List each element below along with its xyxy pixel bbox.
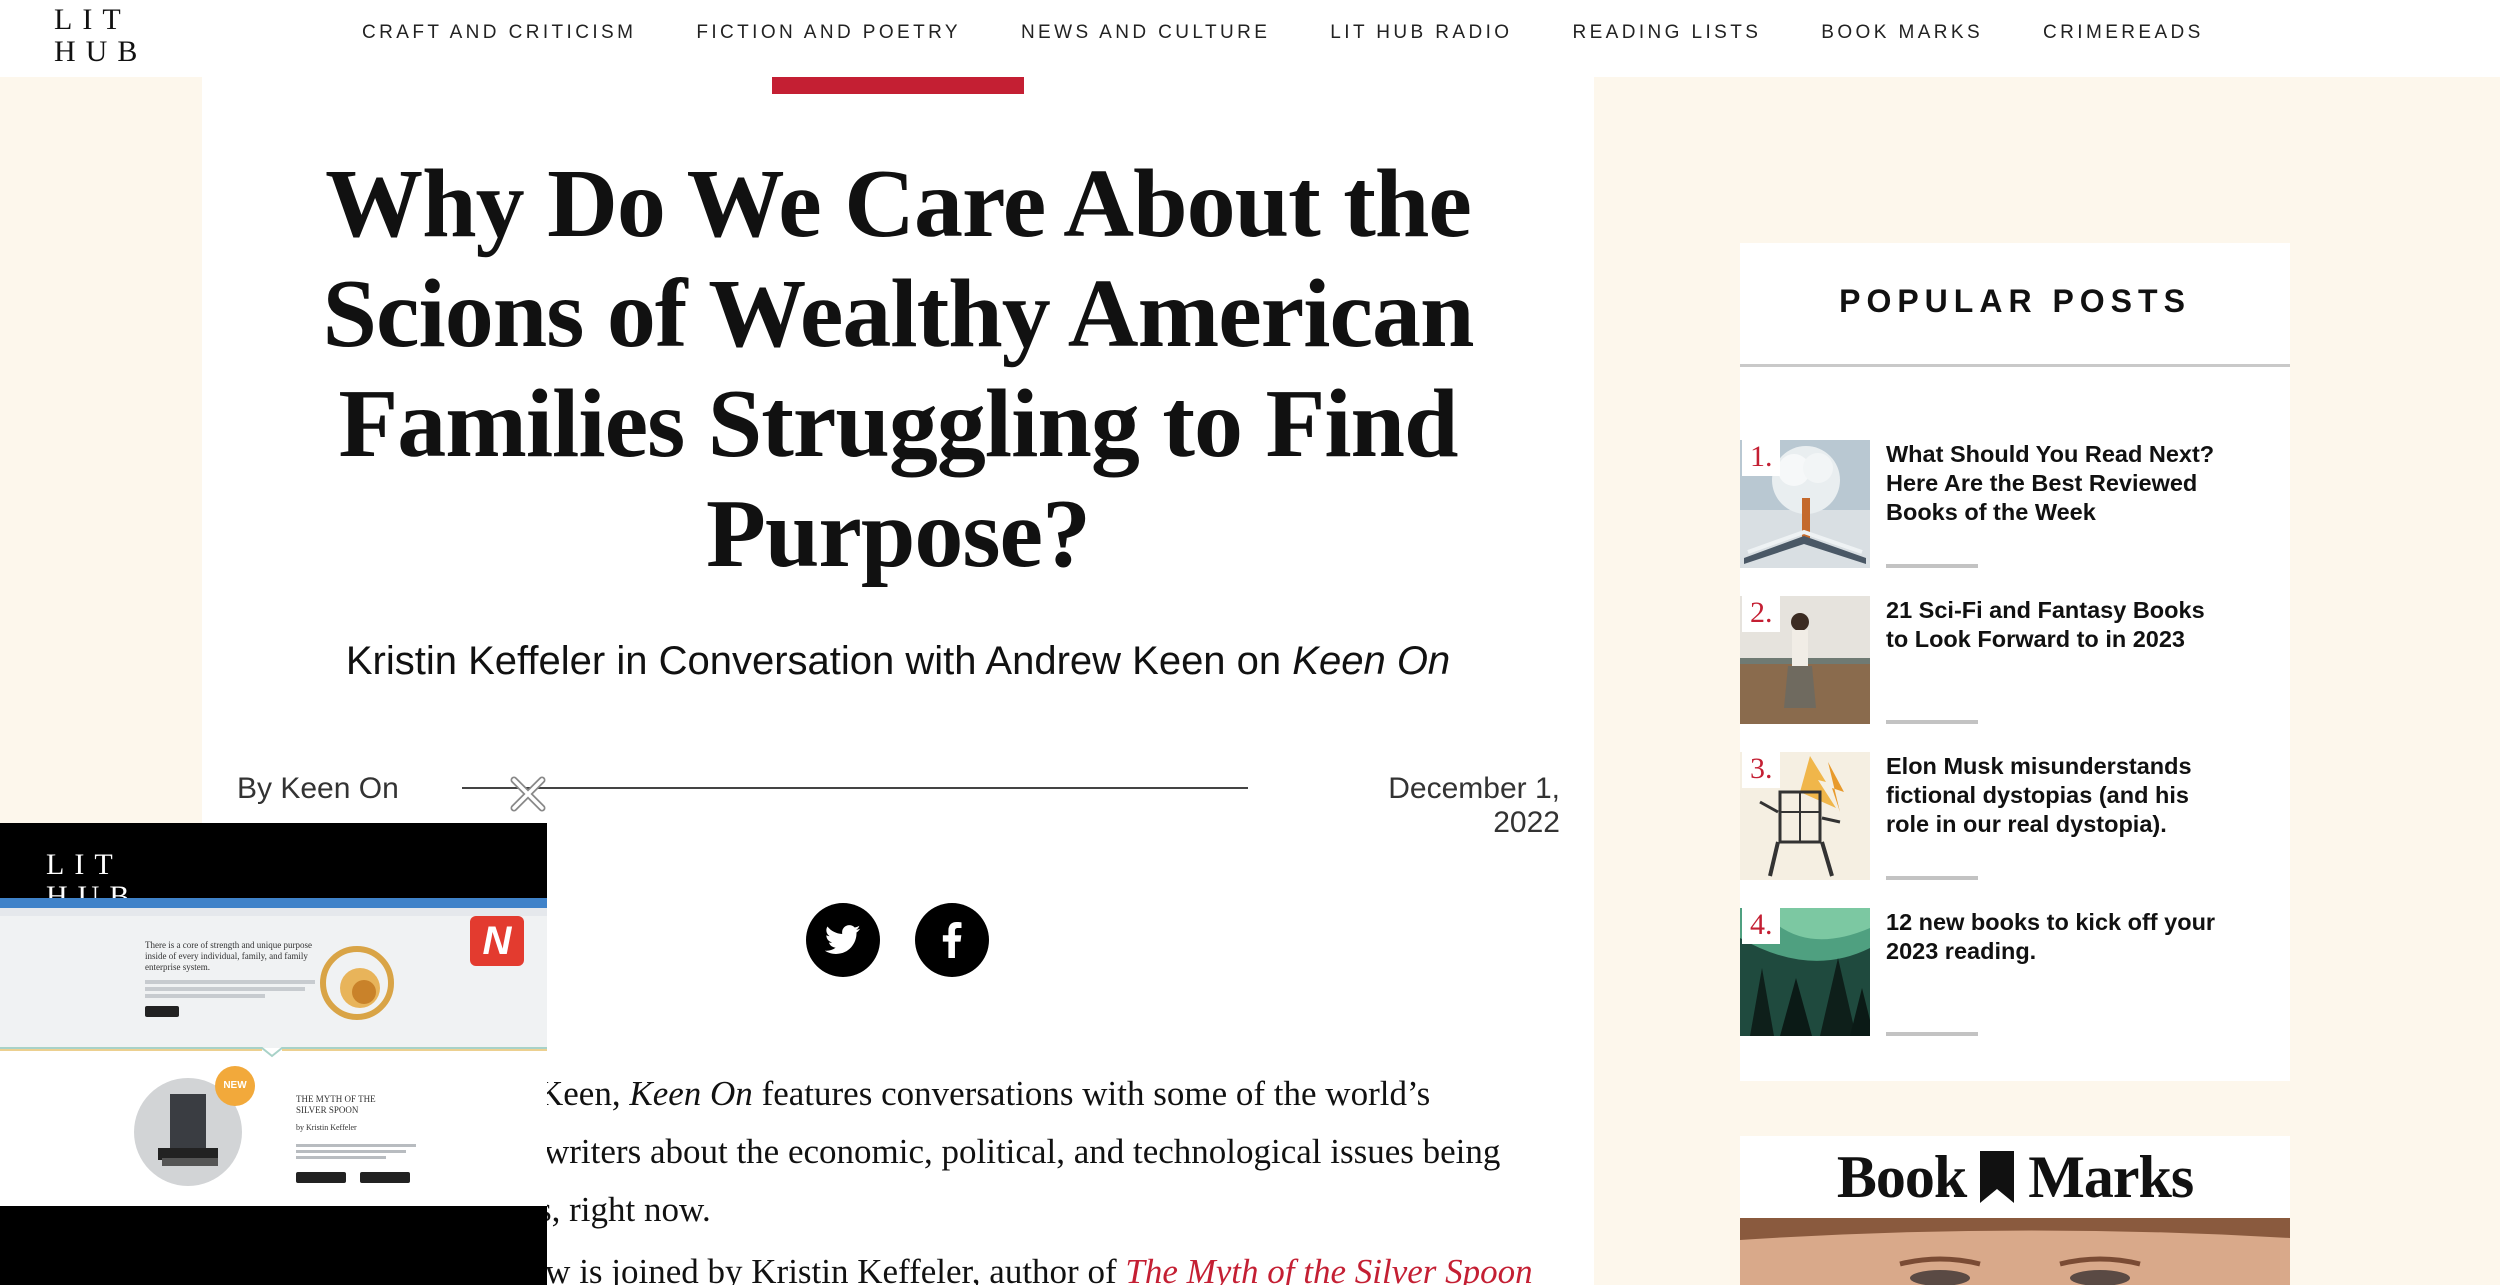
post-rank: 4. bbox=[1742, 908, 1780, 944]
popular-posts-divider bbox=[1740, 364, 2290, 367]
post-rank: 2. bbox=[1742, 596, 1780, 632]
post-title-link[interactable]: What Should You Read Next? Here Are the … bbox=[1886, 440, 2216, 527]
popular-post-item[interactable]: 2. 21 Sci-Fi and Fantasy Books to Look F… bbox=[1740, 596, 2290, 724]
share-twitter-button[interactable] bbox=[806, 903, 880, 977]
video-slide-heading: There is a core of strength and unique p… bbox=[145, 940, 312, 972]
logo-line-2: HUB bbox=[54, 35, 148, 68]
post-thumbnail[interactable]: 2. bbox=[1740, 596, 1870, 724]
post-thumbnail[interactable]: 1. bbox=[1740, 440, 1870, 568]
video-book-title: THE MYTH OF THE SILVER SPOON bbox=[296, 1094, 376, 1115]
author-portrait-photo bbox=[1740, 1218, 2290, 1285]
body-show-name: Keen On bbox=[629, 1074, 753, 1113]
gold-ring-image bbox=[320, 946, 394, 1020]
video-book-author: by Kristin Keffeler bbox=[296, 1123, 357, 1132]
close-video-icon[interactable] bbox=[508, 774, 548, 814]
subtitle-text: Kristin Keffeler in Conversation with An… bbox=[345, 639, 1293, 683]
nav-item-reading-lists[interactable]: READING LISTS bbox=[1572, 22, 1761, 44]
book-marks-widget[interactable]: Book Marks bbox=[1740, 1136, 2290, 1285]
post-underline bbox=[1886, 1032, 1978, 1036]
main-nav: CRAFT AND CRITICISM FICTION AND POETRY N… bbox=[362, 22, 2264, 44]
popular-posts-widget: POPULAR POSTS 1. What Should You Read Ne… bbox=[1740, 243, 2290, 1081]
body-text-span: features conversations with some of the … bbox=[752, 1074, 1431, 1113]
video-slide-top bbox=[0, 898, 547, 1048]
post-title-link[interactable]: 12 new books to kick off your 2023 readi… bbox=[1886, 908, 2216, 966]
popular-post-item[interactable]: 1. What Should You Read Next? Here Are t… bbox=[1740, 440, 2290, 568]
twitter-icon bbox=[825, 925, 861, 954]
post-title-link[interactable]: 21 Sci-Fi and Fantasy Books to Look Forw… bbox=[1886, 596, 2216, 654]
book-marks-logo[interactable]: Book Marks bbox=[1740, 1136, 2290, 1218]
logo-line-1: LIT bbox=[54, 3, 131, 36]
nav-item-news-and-culture[interactable]: NEWS AND CULTURE bbox=[1021, 22, 1270, 44]
category-accent-bar bbox=[772, 77, 1024, 94]
video-slide-filler-text bbox=[296, 1156, 386, 1159]
nav-item-craft-and-criticism[interactable]: CRAFT AND CRITICISM bbox=[362, 22, 636, 44]
nav-item-crimereads[interactable]: CRIMEREADS bbox=[2043, 22, 2204, 44]
post-rank: 1. bbox=[1742, 440, 1780, 476]
post-underline bbox=[1886, 876, 1978, 880]
video-url-bar bbox=[0, 908, 547, 916]
video-slide-filler-text bbox=[296, 1144, 416, 1147]
site-logo[interactable]: LIT HUB bbox=[54, 4, 147, 68]
byline-divider bbox=[462, 787, 1248, 789]
nav-item-lit-hub-radio[interactable]: LIT HUB RADIO bbox=[1330, 22, 1512, 44]
post-underline bbox=[1886, 720, 1978, 724]
article-title: Why Do We Care About the Scions of Wealt… bbox=[322, 150, 1475, 588]
post-rank: 3. bbox=[1742, 752, 1780, 788]
post-title-link[interactable]: Elon Musk misunderstands fictional dysto… bbox=[1886, 752, 2216, 839]
top-navigation-bar: LIT HUB CRAFT AND CRITICISM FICTION AND … bbox=[0, 0, 2500, 77]
byline-author[interactable]: By Keen On bbox=[237, 772, 399, 806]
video-slide-filler-text bbox=[145, 987, 305, 991]
post-underline bbox=[1886, 564, 1978, 568]
book-marks-logo-left: Book bbox=[1836, 1143, 1967, 1210]
post-thumbnail[interactable]: 3. bbox=[1740, 752, 1870, 880]
video-browser-bar bbox=[0, 898, 547, 908]
subtitle-show-name: Keen On bbox=[1292, 639, 1451, 683]
video-brand-badge: N bbox=[470, 916, 524, 966]
article-subtitle: Kristin Keffeler in Conversation with An… bbox=[262, 639, 1534, 684]
bookmark-icon bbox=[1980, 1151, 2015, 1203]
video-logo-line-1: LIT bbox=[46, 848, 123, 881]
facebook-icon bbox=[942, 922, 962, 958]
popular-post-item[interactable]: 4. 12 new books to kick off your 2023 re… bbox=[1740, 908, 2290, 1036]
nav-item-fiction-and-poetry[interactable]: FICTION AND POETRY bbox=[696, 22, 961, 44]
video-slide-filler-text bbox=[145, 994, 265, 998]
popular-post-item[interactable]: 3. Elon Musk misunderstands fictional dy… bbox=[1740, 752, 2290, 880]
popular-posts-heading: POPULAR POSTS bbox=[1839, 283, 2191, 319]
video-brand-letter: N bbox=[482, 919, 512, 963]
body-text-span: Keen, bbox=[538, 1074, 630, 1113]
video-slide-filler-text bbox=[145, 980, 315, 984]
new-badge: NEW bbox=[215, 1066, 255, 1106]
floating-video-player[interactable]: LIT HUB There is a core of strength and … bbox=[0, 823, 547, 1285]
book-marks-logo-right: Marks bbox=[2028, 1143, 2194, 1210]
new-badge-text: NEW bbox=[223, 1080, 247, 1091]
book-title-link[interactable]: The Myth of the Silver Spoon bbox=[1125, 1252, 1532, 1285]
nav-item-book-marks[interactable]: BOOK MARKS bbox=[1821, 22, 1983, 44]
video-slide-filler-text bbox=[296, 1150, 406, 1153]
post-thumbnail[interactable]: 4. bbox=[1740, 908, 1870, 1036]
video-frame[interactable]: There is a core of strength and unique p… bbox=[0, 898, 547, 1206]
video-slide-button bbox=[296, 1172, 346, 1183]
video-slide-button bbox=[360, 1172, 410, 1183]
slide-divider-line bbox=[0, 1047, 547, 1058]
share-facebook-button[interactable] bbox=[915, 903, 989, 977]
publish-date: December 1, 2022 bbox=[1388, 772, 1560, 839]
video-slide-button bbox=[145, 1006, 179, 1017]
